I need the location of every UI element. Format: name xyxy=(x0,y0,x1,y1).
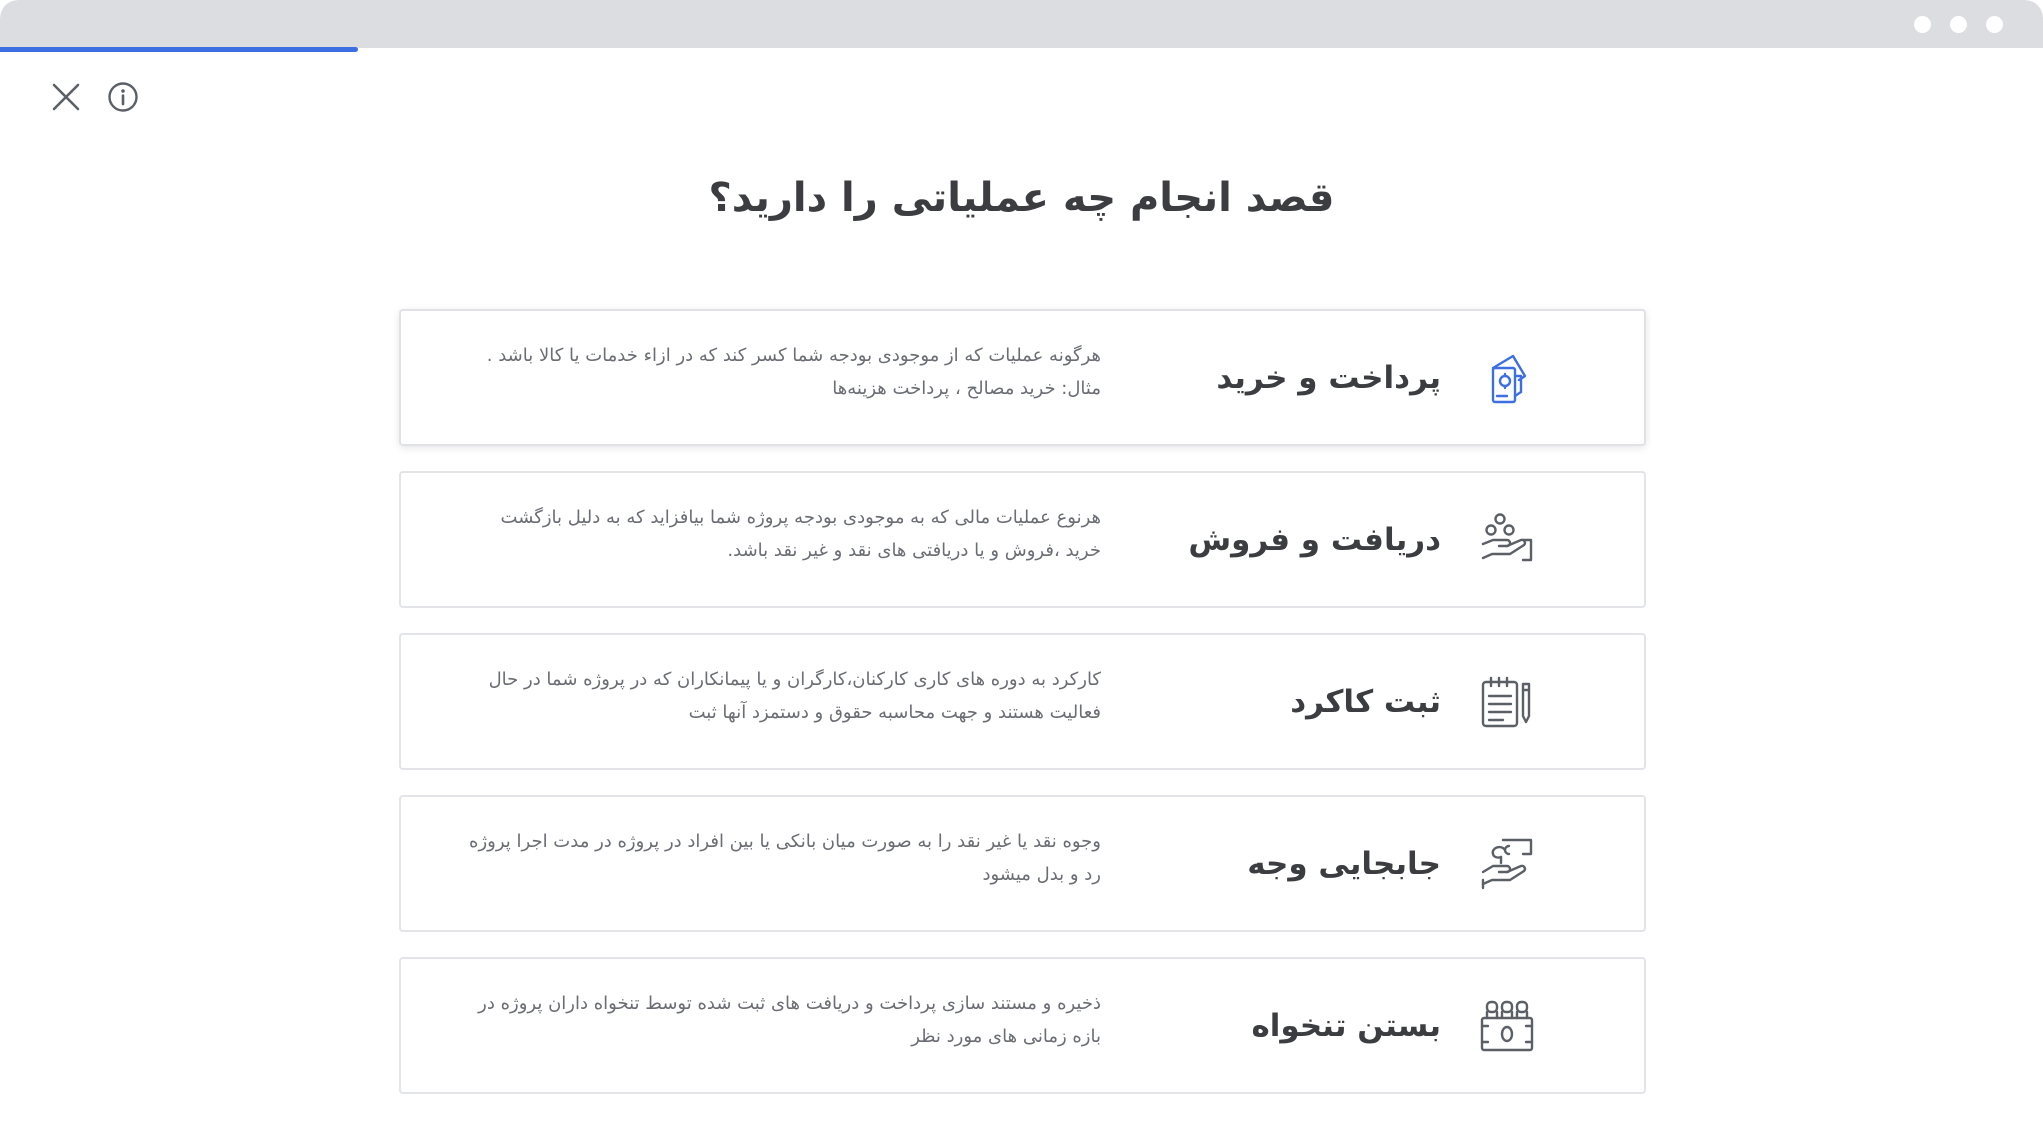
info-button[interactable] xyxy=(105,79,141,115)
money-transfer-hand-icon xyxy=(1481,838,1533,890)
option-close-petty-cash[interactable]: بستن تنخواه ذخیره و مستند سازی پرداخت و … xyxy=(399,957,1646,1094)
window-control-dot[interactable] xyxy=(1986,16,2003,33)
option-title: دریافت و فروش xyxy=(1188,521,1441,558)
option-title: پرداخت و خرید xyxy=(1216,359,1441,396)
window-titlebar xyxy=(0,0,2043,48)
app-window: قصد انجام چه عملیاتی را دارید؟ پرداخت و … xyxy=(0,0,2043,1137)
info-icon xyxy=(108,82,138,112)
window-controls xyxy=(1914,16,2003,33)
petty-cash-icon xyxy=(1480,1000,1534,1052)
option-money-transfer[interactable]: جابجایی وجه وجوه نقد یا غیر نقد را به صو… xyxy=(399,795,1646,932)
option-title: ثبت کاکرد xyxy=(1290,683,1441,720)
operation-options-list: پرداخت و خرید هرگونه عملیات که از موجودی… xyxy=(399,309,1646,1119)
option-description: وجوه نقد یا غیر نقد را به صورت میان بانک… xyxy=(469,831,1101,885)
window-control-dot[interactable] xyxy=(1914,16,1931,33)
payment-receipt-icon xyxy=(1491,354,1527,404)
close-icon xyxy=(52,83,80,111)
option-receive-sell[interactable]: دریافت و فروش هرنوع عملیات مالی که به مو… xyxy=(399,471,1646,608)
option-description: هرنوع عملیات مالی که به موجودی بودجه پرو… xyxy=(500,507,1101,561)
page-title: قصد انجام چه عملیاتی را دارید؟ xyxy=(708,175,1335,221)
option-description: ذخیره و مستند سازی پرداخت و دریافت های ث… xyxy=(478,993,1101,1047)
option-description: کارکرد به دوره های کاری کارکنان،کارگران … xyxy=(488,669,1101,723)
option-description: هرگونه عملیات که از موجودی بودجه شما کسر… xyxy=(486,345,1101,399)
worklog-notepad-icon xyxy=(1481,676,1531,728)
window-control-dot[interactable] xyxy=(1950,16,1967,33)
option-work-log[interactable]: ثبت کاکرد کارکرد به دوره های کاری کارکنا… xyxy=(399,633,1646,770)
option-title: بستن تنخواه xyxy=(1251,1007,1441,1044)
option-title: جابجایی وجه xyxy=(1247,845,1441,882)
wizard-progress-bar xyxy=(0,47,358,52)
receive-coins-hand-icon xyxy=(1481,513,1533,562)
option-payment-purchase[interactable]: پرداخت و خرید هرگونه عملیات که از موجودی… xyxy=(399,309,1646,446)
close-button[interactable] xyxy=(48,79,84,115)
